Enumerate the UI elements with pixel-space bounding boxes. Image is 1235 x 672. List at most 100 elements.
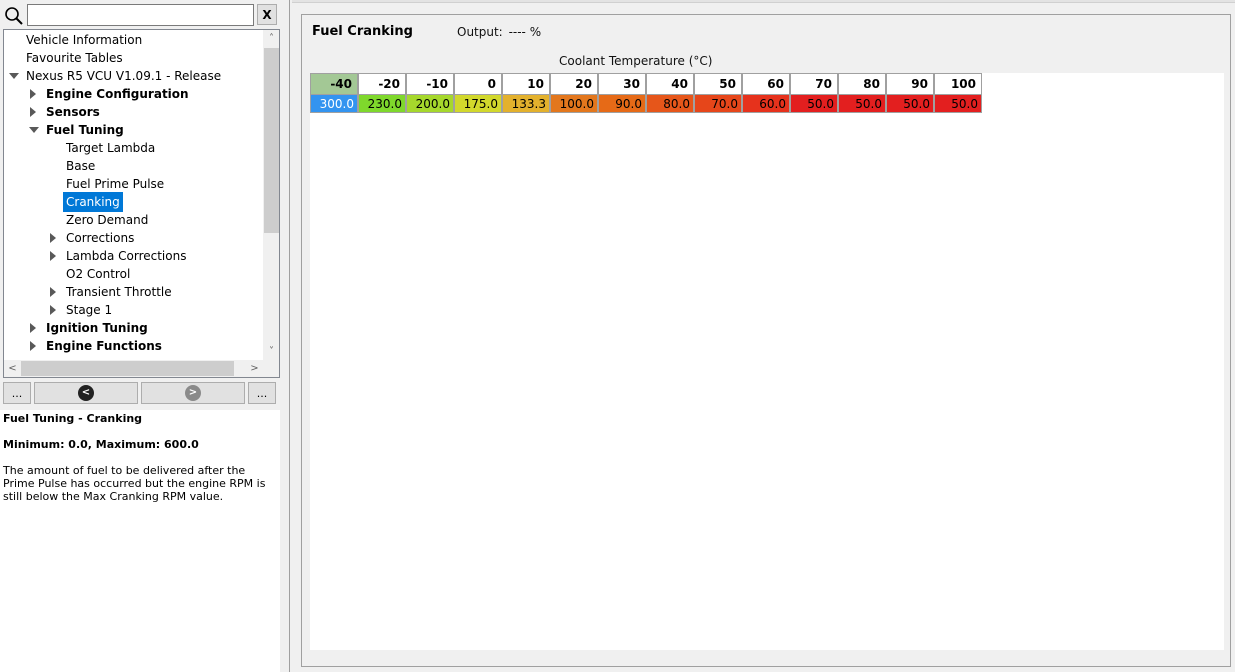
axis-header-cell[interactable]: -10 xyxy=(406,73,454,95)
value-cell[interactable]: 90.0 xyxy=(598,94,646,113)
tree-item-label: Favourite Tables xyxy=(26,51,123,65)
forward-button[interactable]: > xyxy=(141,382,245,404)
value-cell[interactable]: 175.0 xyxy=(454,94,502,113)
help-range: Minimum: 0.0, Maximum: 600.0 xyxy=(3,438,199,451)
help-panel: Fuel Tuning - Cranking Minimum: 0.0, Max… xyxy=(0,410,280,672)
axis-title: Coolant Temperature (°C) xyxy=(559,54,713,68)
tree-item-label: Sensors xyxy=(46,105,100,119)
tree-item[interactable]: Zero Demand xyxy=(4,210,263,228)
axis-header-cell[interactable]: 40 xyxy=(646,73,694,95)
value-cell[interactable]: 70.0 xyxy=(694,94,742,113)
tree-item-label: Fuel Prime Pulse xyxy=(66,177,165,191)
clear-search-button[interactable]: X xyxy=(257,4,277,25)
collapsed-arrow-icon[interactable] xyxy=(50,251,56,261)
tree-item[interactable]: Fuel Tuning xyxy=(4,120,263,138)
tree-item[interactable]: Transient Throttle xyxy=(4,282,263,300)
axis-header-cell[interactable]: 70 xyxy=(790,73,838,95)
tree-item-label: Cranking xyxy=(63,192,123,212)
axis-header-cell[interactable]: 0 xyxy=(454,73,502,95)
tree-item-label: O2 Control xyxy=(66,267,131,281)
tree-item-label: Nexus R5 VCU V1.09.1 - Release xyxy=(26,69,222,83)
tree-item-label: Fuel Tuning xyxy=(46,123,124,137)
value-cell[interactable]: 230.0 xyxy=(358,94,406,113)
scroll-left-icon[interactable]: < xyxy=(4,360,21,377)
axis-header-cell[interactable]: 20 xyxy=(550,73,598,95)
more-left-button[interactable]: ... xyxy=(3,382,31,404)
axis-header-cell[interactable]: 30 xyxy=(598,73,646,95)
tree-item[interactable]: O2 Control xyxy=(4,264,263,282)
tree-item[interactable]: Target Lambda xyxy=(4,138,263,156)
tree-item-label: Base xyxy=(66,159,96,173)
collapsed-arrow-icon[interactable] xyxy=(30,107,36,117)
tree-item[interactable]: Cranking xyxy=(4,192,263,212)
tree-item[interactable]: Vehicle Information xyxy=(4,30,263,48)
axis-header-cell[interactable]: 100 xyxy=(934,73,982,95)
value-cell[interactable]: 100.0 xyxy=(550,94,598,113)
tree-vertical-scrollbar[interactable]: ˄ ˅ xyxy=(263,30,279,360)
tree-item[interactable]: Lambda Corrections xyxy=(4,246,263,264)
tree-view[interactable]: Vehicle Information Favourite Tables Nexus… xyxy=(3,29,280,378)
arrow-right-icon: > xyxy=(185,385,201,401)
output-value: ---- % xyxy=(508,25,542,39)
expanded-arrow-icon[interactable] xyxy=(29,127,39,133)
tree-item[interactable]: Engine Functions xyxy=(4,336,263,354)
tree-item[interactable]: Sensors xyxy=(4,102,263,120)
help-description: The amount of fuel to be delivered after… xyxy=(3,464,266,503)
collapsed-arrow-icon[interactable] xyxy=(30,89,36,99)
help-title: Fuel Tuning - Cranking xyxy=(3,412,143,425)
tree-item-label: Engine Configuration xyxy=(46,87,189,101)
axis-header-cell[interactable]: -20 xyxy=(358,73,406,95)
scroll-up-icon[interactable]: ˄ xyxy=(263,30,279,47)
collapsed-arrow-icon[interactable] xyxy=(50,305,56,315)
value-cell[interactable]: 50.0 xyxy=(934,94,982,113)
axis-header-cell[interactable]: 60 xyxy=(742,73,790,95)
panel-divider[interactable] xyxy=(289,0,290,672)
tree-item[interactable]: Favourite Tables xyxy=(4,48,263,66)
scroll-thumb[interactable] xyxy=(21,361,234,376)
collapsed-arrow-icon[interactable] xyxy=(30,341,36,351)
tree-item[interactable]: Nexus R5 VCU V1.09.1 - Release xyxy=(4,66,263,84)
value-cell[interactable]: 50.0 xyxy=(790,94,838,113)
back-button[interactable]: < xyxy=(34,382,138,404)
tree-item[interactable]: Stage 1 xyxy=(4,300,263,318)
tree-item[interactable]: Base xyxy=(4,156,263,174)
tree-item[interactable]: Engine Configuration xyxy=(4,84,263,102)
tree-item[interactable]: Corrections xyxy=(4,228,263,246)
table-editor: Fuel Cranking Output: ---- % Coolant Tem… xyxy=(301,14,1231,667)
value-cell[interactable]: 200.0 xyxy=(406,94,454,113)
axis-header-cell[interactable]: 10 xyxy=(502,73,550,95)
expanded-arrow-icon[interactable] xyxy=(9,73,19,79)
axis-header-cell[interactable]: 80 xyxy=(838,73,886,95)
scroll-corner xyxy=(263,360,279,377)
tree-item-label: Vehicle Information xyxy=(26,33,143,47)
value-cell[interactable]: 80.0 xyxy=(646,94,694,113)
value-cell[interactable]: 50.0 xyxy=(838,94,886,113)
more-right-button[interactable]: ... xyxy=(248,382,276,404)
tree-item-label: Transient Throttle xyxy=(66,285,172,299)
tree-horizontal-scrollbar[interactable]: < > xyxy=(4,360,263,377)
tree-item-label: Ignition Tuning xyxy=(46,321,148,335)
axis-header-cell[interactable]: 50 xyxy=(694,73,742,95)
tree-item-label: Target Lambda xyxy=(66,141,156,155)
table-area: -40 -20 -10 0 10 20 30 40 50 60 70 80 90 100 300.0 230.… xyxy=(310,73,1224,650)
arrow-left-icon: < xyxy=(78,385,94,401)
scroll-thumb[interactable] xyxy=(264,48,279,233)
nav-bar: ... < > ... xyxy=(3,382,277,406)
axis-header-cell[interactable]: 90 xyxy=(886,73,934,95)
tree-item[interactable]: Fuel Prime Pulse xyxy=(4,174,263,192)
axis-header-cell[interactable]: -40 xyxy=(310,73,358,95)
collapsed-arrow-icon[interactable] xyxy=(50,287,56,297)
collapsed-arrow-icon[interactable] xyxy=(30,323,36,333)
value-cell[interactable]: 60.0 xyxy=(742,94,790,113)
scroll-right-icon[interactable]: > xyxy=(246,360,263,377)
app-window: X Vehicle Information Favourite Tables Nex… xyxy=(0,0,1235,672)
tab-strip xyxy=(292,0,1235,3)
search-input[interactable] xyxy=(27,4,254,26)
scroll-down-icon[interactable]: ˅ xyxy=(263,343,279,360)
value-cell[interactable]: 300.0 xyxy=(310,94,358,113)
tree-item[interactable]: Ignition Tuning xyxy=(4,318,263,336)
value-cell[interactable]: 50.0 xyxy=(886,94,934,113)
collapsed-arrow-icon[interactable] xyxy=(50,233,56,243)
tree-item-label: Engine Functions xyxy=(46,339,162,353)
value-cell[interactable]: 133.3 xyxy=(502,94,550,113)
